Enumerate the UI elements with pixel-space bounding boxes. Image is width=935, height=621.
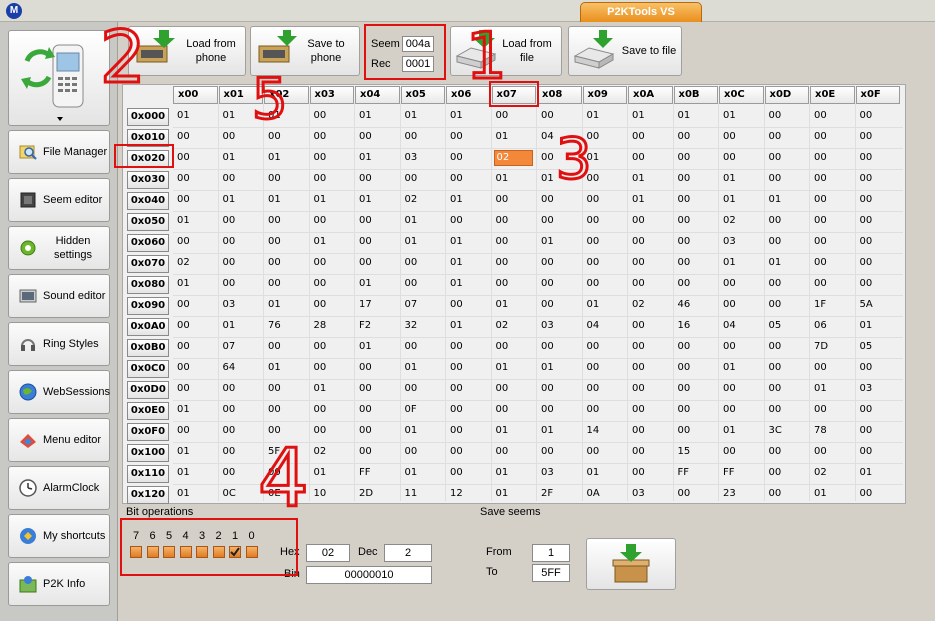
annotation-number-2: 2 — [100, 15, 146, 99]
annotation-number-1: 1 — [466, 20, 507, 94]
annotation-number-5: 5 — [252, 67, 288, 132]
annotation-number-3: 3 — [556, 127, 592, 192]
annotation-number-4: 4 — [258, 432, 309, 525]
annotation-scribbles: 1 2 3 4 5 — [99, 14, 594, 527]
